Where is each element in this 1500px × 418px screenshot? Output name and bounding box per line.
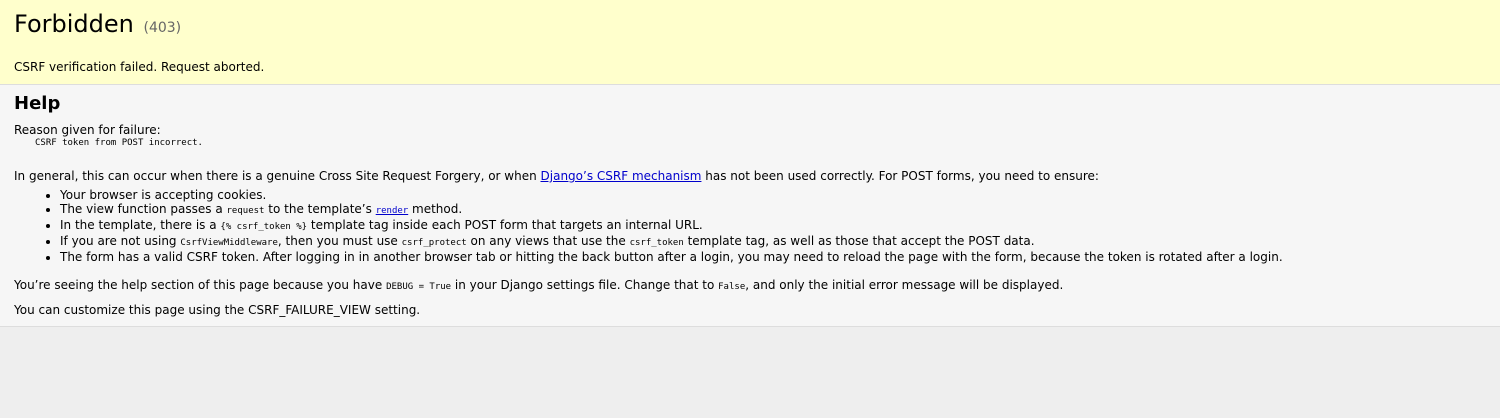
list-item: In the template, there is a {% csrf_toke… [60,218,1486,234]
error-message: CSRF verification failed. Request aborte… [14,60,265,74]
debug-text: , and only the initial error message wil… [745,278,1064,292]
false-code: False [718,282,746,292]
status-code: (403) [143,20,182,36]
ensure-list: Your browser is accepting cookies. The v… [14,188,1486,264]
item-text: , then you must use [277,234,402,248]
render-code: render [375,206,409,216]
list-item: The view function passes a request to th… [60,202,1486,218]
general-text-after: has not been used correctly. For POST fo… [701,169,1099,183]
csrf-mechanism-link[interactable]: Django’s CSRF mechanism [541,169,702,183]
request-code: request [226,206,265,216]
list-item: If you are not using CsrfViewMiddleware,… [60,234,1486,250]
failure-reason: CSRF token from POST incorrect. [35,138,203,148]
item-text: template tag inside each POST form that … [307,218,703,232]
reason-label: Reason given for failure: [14,123,161,137]
item-text: If you are not using [60,234,181,248]
page-title: Forbidden (403) [14,10,1486,42]
help-panel: Help Reason given for failure: CSRF toke… [0,85,1500,327]
item-text: method. [408,202,463,216]
item-text: template tag, as well as those that acce… [683,234,1035,248]
item-text: In the template, there is a [60,218,221,232]
debug-text: You’re seeing the help section of this p… [14,278,387,292]
title-text: Forbidden [14,10,134,38]
summary-panel: Forbidden (403) CSRF verification failed… [0,0,1500,85]
help-heading: Help [14,93,61,114]
item-text: to the template’s [264,202,376,216]
csrf-token-tag-code: {% csrf_token %} [220,222,308,232]
list-item: The form has a valid CSRF token. After l… [60,250,1486,264]
customize-note: You can customize this page using the CS… [14,303,421,317]
general-text-before: In general, this can occur when there is… [14,169,541,183]
csrf-protect-code: csrf_protect [401,238,467,248]
debug-true-code: DEBUG = True [386,282,452,292]
render-link[interactable]: render [376,202,409,216]
csrf-token-code: csrf_token [629,238,684,248]
general-explanation: In general, this can occur when there is… [14,169,1486,183]
item-text: on any views that use the [466,234,630,248]
item-text: The view function passes a [60,202,227,216]
debug-text: in your Django settings file. Change tha… [451,278,719,292]
list-item: Your browser is accepting cookies. [60,188,1486,202]
middleware-code: CsrfViewMiddleware [180,238,278,248]
debug-note: You’re seeing the help section of this p… [14,278,1486,294]
